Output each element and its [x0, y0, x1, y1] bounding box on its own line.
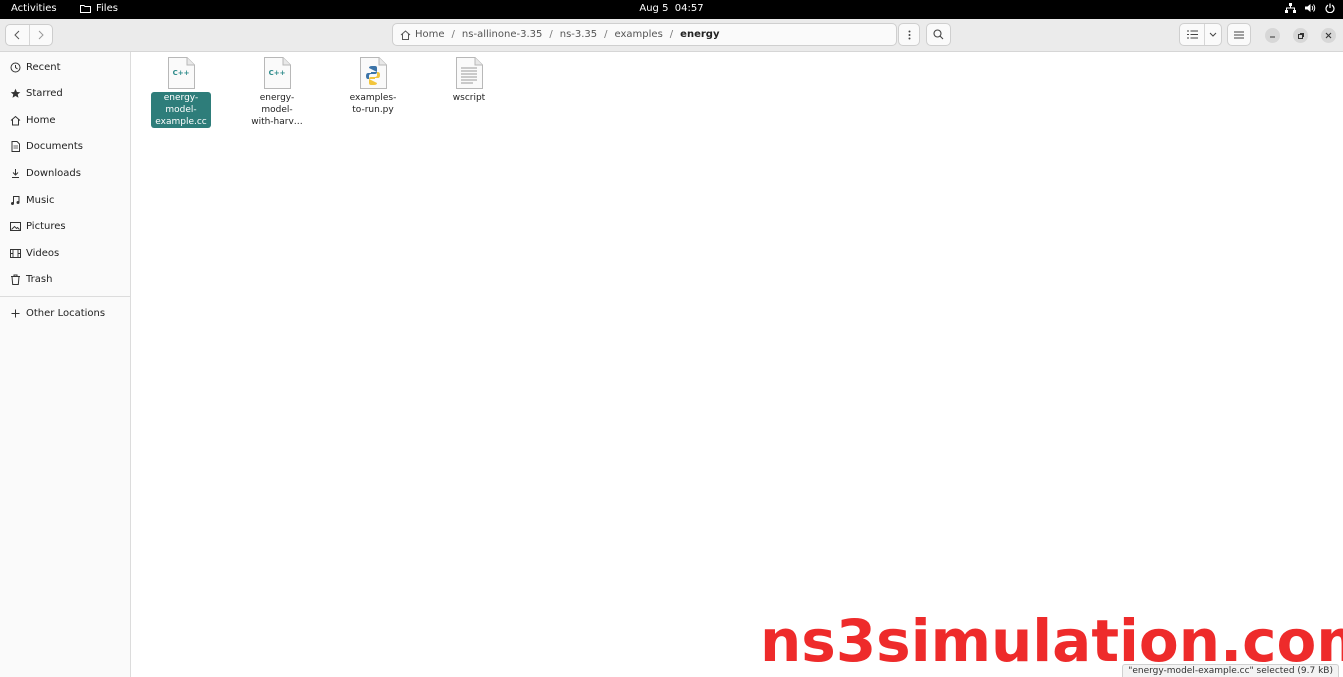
sidebar-item-home[interactable]: Home	[0, 107, 130, 133]
file-item[interactable]: C++ energy- model- example.cc	[150, 57, 212, 128]
star-icon	[9, 87, 21, 99]
list-view-icon	[1186, 30, 1198, 39]
clock: Aug 5 04:57	[0, 3, 1343, 14]
sidebar-item-label: Pictures	[26, 220, 66, 232]
picture-icon	[9, 220, 21, 232]
sidebar-item-pictures[interactable]: Pictures	[0, 213, 130, 239]
network-icon[interactable]	[1285, 3, 1296, 16]
breadcrumb-separator: /	[451, 29, 455, 40]
volume-icon[interactable]	[1305, 3, 1316, 16]
breadcrumb-separator: /	[549, 29, 553, 40]
minimize-button[interactable]	[1265, 28, 1280, 43]
trash-icon	[9, 273, 21, 285]
sidebar-item-starred[interactable]: Starred	[0, 80, 130, 106]
file-name: examples- to-run.py	[349, 93, 397, 115]
file-name: wscript	[452, 93, 486, 103]
chevron-down-icon	[1209, 32, 1217, 37]
breadcrumb-separator: /	[604, 29, 608, 40]
activities-button[interactable]: Activities	[11, 3, 57, 14]
document-icon	[9, 140, 21, 152]
breadcrumb-ns-allinone[interactable]: ns-allinone-3.35	[462, 29, 542, 40]
sidebar-item-label: Music	[26, 194, 55, 206]
sidebar-item-label: Videos	[26, 247, 60, 259]
sidebar-item-trash[interactable]: Trash	[0, 266, 130, 292]
sidebar-item-label: Downloads	[26, 167, 81, 179]
folder-icon	[80, 5, 91, 13]
file-item[interactable]: wscript	[438, 57, 500, 104]
breadcrumb-energy[interactable]: energy	[680, 29, 719, 40]
clock-date[interactable]: Aug 5	[639, 3, 668, 14]
hamburger-icon	[1234, 31, 1244, 38]
view-dropdown-button[interactable]	[1204, 24, 1221, 45]
music-icon	[9, 194, 21, 206]
location-bar[interactable]: Home / ns-allinone-3.35 / ns-3.35 / exam…	[392, 23, 897, 46]
forward-button[interactable]	[28, 25, 52, 45]
sidebar-item-music[interactable]: Music	[0, 187, 130, 213]
home-icon	[9, 114, 21, 126]
sidebar-item-label: Starred	[26, 87, 63, 99]
restore-button[interactable]	[1293, 28, 1308, 43]
header-bar: Home / ns-allinone-3.35 / ns-3.35 / exam…	[0, 19, 1343, 52]
cpp-file-icon: C++	[263, 57, 291, 89]
breadcrumb-ns-3[interactable]: ns-3.35	[560, 29, 597, 40]
file-type-badge: C++	[172, 69, 190, 77]
list-view-button[interactable]	[1180, 24, 1204, 45]
file-view[interactable]: C++ energy- model- example.cc C++ energy…	[132, 52, 1343, 677]
sidebar-item-recent[interactable]: Recent	[0, 54, 130, 80]
cpp-file-icon: C++	[167, 57, 195, 89]
file-item[interactable]: C++ energy- model- with-harv…	[246, 57, 308, 128]
download-icon	[9, 167, 21, 179]
app-menu[interactable]: Files	[80, 3, 118, 14]
sidebar-item-label: Other Locations	[26, 307, 106, 319]
selection-status: "energy-model-example.cc" selected (9.7 …	[1122, 664, 1339, 677]
file-name: energy- model- example.cc	[151, 92, 211, 128]
breadcrumb-examples[interactable]: examples	[615, 29, 663, 40]
sidebar-item-label: Trash	[26, 273, 53, 285]
plus-icon	[9, 307, 21, 319]
close-button[interactable]	[1321, 28, 1336, 43]
breadcrumb-separator: /	[669, 29, 674, 40]
clock-icon	[9, 61, 21, 73]
chevron-left-icon	[14, 30, 20, 40]
file-name: energy- model- with-harv…	[251, 93, 303, 127]
sidebar-item-label: Recent	[26, 61, 61, 73]
file-item[interactable]: examples- to-run.py	[342, 57, 404, 116]
breadcrumb-label: Home	[415, 29, 445, 40]
search-button[interactable]	[926, 23, 951, 46]
sidebar-divider	[0, 296, 130, 297]
close-icon	[1325, 32, 1332, 39]
sidebar-item-other-locations[interactable]: Other Locations	[0, 300, 130, 326]
sidebar-item-documents[interactable]: Documents	[0, 133, 130, 159]
main-menu-button[interactable]	[1227, 23, 1251, 46]
sidebar-item-label: Home	[26, 114, 56, 126]
top-bar: Activities Files Aug 5 04:57	[0, 0, 1343, 19]
file-type-badge: C++	[268, 69, 286, 77]
system-tray[interactable]	[1285, 3, 1335, 16]
video-icon	[9, 247, 21, 259]
app-name: Files	[96, 3, 118, 14]
sidebar-item-label: Documents	[26, 140, 84, 152]
search-icon	[933, 29, 944, 40]
view-options	[1179, 23, 1222, 46]
chevron-right-icon	[38, 30, 44, 40]
sidebar-item-videos[interactable]: Videos	[0, 240, 130, 266]
clock-time[interactable]: 04:57	[675, 3, 704, 14]
path-menu-button[interactable]	[898, 23, 920, 46]
restore-icon	[1297, 32, 1304, 39]
breadcrumb-home[interactable]: Home	[400, 29, 445, 40]
python-file-icon	[359, 57, 387, 89]
navigation-buttons	[5, 24, 53, 46]
kebab-menu-icon	[908, 30, 910, 39]
sidebar: Recent Starred Home Documents Downloads …	[0, 52, 131, 677]
text-file-icon	[455, 57, 483, 89]
power-icon[interactable]	[1325, 3, 1335, 16]
sidebar-item-downloads[interactable]: Downloads	[0, 160, 130, 186]
home-icon	[400, 29, 411, 40]
back-button[interactable]	[6, 25, 29, 45]
minimize-icon	[1270, 36, 1275, 38]
